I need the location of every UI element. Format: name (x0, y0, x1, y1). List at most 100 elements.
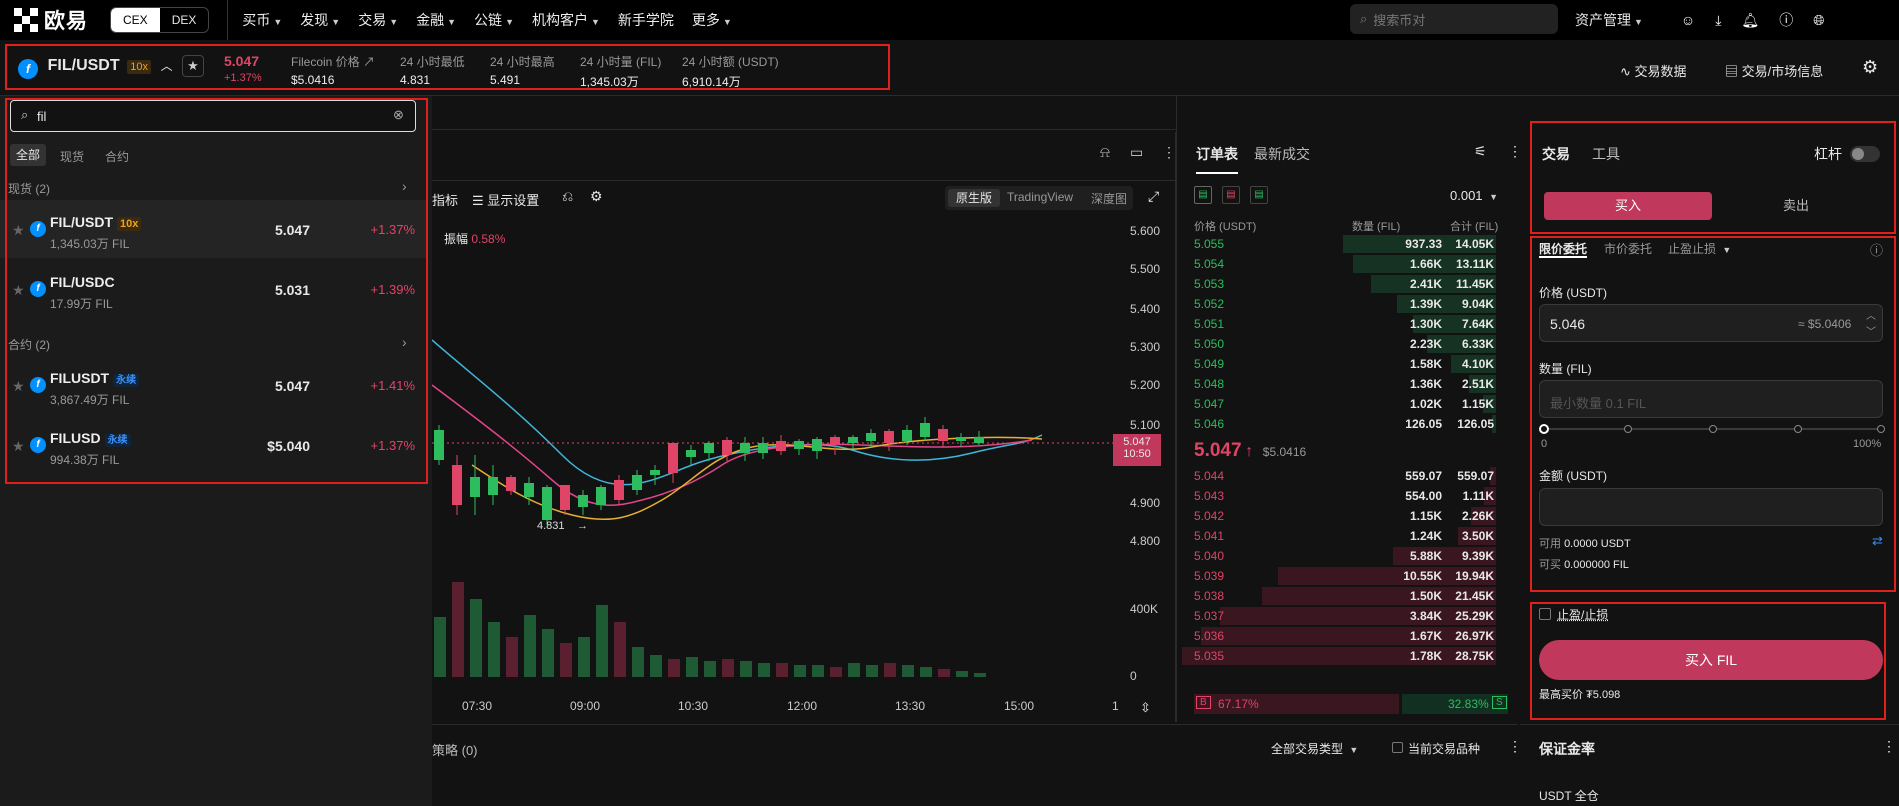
help-icon[interactable]: ⓘ (1870, 240, 1883, 259)
filter-all[interactable]: 全部 (10, 144, 46, 166)
trading-data-link[interactable]: ∿ 交易数据 (1620, 61, 1687, 80)
pair-selector[interactable]: f FIL/USDT 10x ︿ (18, 57, 173, 79)
bid-row[interactable]: 5.043 554.00 1.11K (1188, 486, 1508, 506)
tab-trade[interactable]: 交易 (1542, 144, 1570, 164)
bid-row[interactable]: 5.042 1.15K 2.26K (1188, 506, 1508, 526)
ask-row[interactable]: 5.048 1.36K 2.51K (1188, 374, 1508, 394)
undo-icon[interactable]: ⎌ (562, 188, 573, 205)
list-item[interactable]: ★ f FIL/USDT 10x 1,345.03万 FIL 5.047 +1.37… (0, 200, 428, 258)
tab-tools[interactable]: 工具 (1592, 144, 1620, 164)
help-icon[interactable]: ⓘ (1779, 10, 1793, 30)
bid-row[interactable]: 5.044 559.07 559.07 (1188, 466, 1508, 486)
list-item[interactable]: ★ f FIL/USDC 17.99万 FIL 5.031 +1.39% (0, 260, 428, 318)
bid-row[interactable]: 5.035 1.78K 28.75K (1182, 646, 1508, 666)
list-item[interactable]: ★ f FILUSD 永续 994.38万 FIL $5.040 +1.37% (0, 416, 428, 474)
more-vertical-icon[interactable]: ⋮ (1882, 738, 1896, 755)
view-bids-icon[interactable]: ▤ (1250, 186, 1268, 204)
pair-search-input[interactable]: ⌕ fil ⊗ (10, 100, 416, 132)
globe-icon[interactable]: 🌐︎ (1813, 12, 1824, 29)
tab-orderbook[interactable]: 订单表 (1196, 144, 1238, 164)
ask-row[interactable]: 5.049 1.58K 4.10K (1188, 354, 1508, 374)
ask-row[interactable]: 5.051 1.30K 7.64K (1188, 314, 1508, 334)
mode-tradingview[interactable]: TradingView (1007, 190, 1073, 204)
order-type-tpsl[interactable]: 止盈止损 ▼ (1668, 240, 1731, 257)
global-search-input[interactable]: ⌕ 搜索币对 (1350, 4, 1558, 34)
orderbook-settings-icon[interactable]: ⚟ (1474, 143, 1487, 160)
clear-icon[interactable]: ⊗ (393, 107, 404, 123)
slider-stop[interactable] (1709, 425, 1717, 433)
stat-index-price[interactable]: Filecoin 价格 ↗ $5.0416 (291, 53, 375, 87)
alert-add-icon[interactable]: ⍾ (1100, 144, 1110, 161)
order-type-limit[interactable]: 限价委托 (1539, 240, 1587, 257)
qty-input[interactable]: 最小数量 0.1 FIL (1539, 380, 1883, 418)
bid-row[interactable]: 5.039 10.55K 19.94K (1188, 566, 1508, 586)
slider-stop[interactable] (1877, 425, 1885, 433)
slider-stop[interactable] (1794, 425, 1802, 433)
chevron-up-icon[interactable]: ︿ (161, 59, 173, 73)
menu-finance[interactable]: 金融 ▼ (416, 10, 456, 30)
menu-institutional[interactable]: 机构客户 ▼ (532, 10, 600, 30)
bell-icon[interactable]: 🔔︎ (1741, 12, 1759, 29)
view-both-icon[interactable]: ▤ (1194, 186, 1212, 204)
chevron-right-icon[interactable]: › (402, 334, 407, 350)
menu-buy-crypto[interactable]: 买币 ▼ (242, 10, 282, 30)
current-pair-checkbox[interactable] (1392, 742, 1403, 753)
list-item[interactable]: ★ f FILUSDT 永续 3,867.49万 FIL 5.047 +1.41% (0, 356, 428, 414)
menu-chain[interactable]: 公链 ▼ (474, 10, 514, 30)
ask-row[interactable]: 5.053 2.41K 11.45K (1188, 274, 1508, 294)
user-icon[interactable]: ☺ (1681, 12, 1695, 28)
expand-icon[interactable]: ⤢ (1148, 188, 1159, 205)
star-icon[interactable]: ★ (12, 438, 25, 455)
ask-row[interactable]: 5.055 937.33 14.05K (1188, 234, 1508, 254)
indicators-button[interactable]: 指标 (432, 190, 458, 209)
asset-management-menu[interactable]: 资产管理 ▼ (1575, 10, 1643, 30)
ask-row[interactable]: 5.047 1.02K 1.15K (1188, 394, 1508, 414)
market-info-link[interactable]: ▤ 交易/市场信息 (1725, 61, 1823, 80)
ask-row[interactable]: 5.050 2.23K 6.33K (1188, 334, 1508, 354)
mode-depth[interactable]: 深度图 (1091, 190, 1127, 207)
chart-settings-icon[interactable]: ⚙ (590, 188, 603, 205)
mode-native[interactable]: 原生版 (948, 189, 1000, 207)
amount-input[interactable] (1539, 488, 1883, 526)
fullscreen-window-icon[interactable]: ▭ (1130, 144, 1143, 161)
download-icon[interactable]: ⤓ (1715, 12, 1721, 29)
trade-type-select[interactable]: 全部交易类型 ▼ (1271, 740, 1358, 757)
axis-fit-icon[interactable]: ⇳ (1140, 700, 1151, 716)
bid-row[interactable]: 5.037 3.84K 25.29K (1188, 606, 1508, 626)
menu-more[interactable]: 更多 ▼ (692, 10, 732, 30)
menu-discover[interactable]: 发现 ▼ (300, 10, 340, 30)
stepper-up-icon[interactable]: ︿ (1866, 307, 1876, 322)
favorite-star-icon[interactable]: ★ (182, 55, 204, 77)
star-icon[interactable]: ★ (12, 282, 25, 299)
ask-row[interactable]: 5.054 1.66K 13.11K (1188, 254, 1508, 274)
candlestick-chart[interactable]: 5.600 5.500 5.400 5.300 5.200 5.100 4.900 4.800… (432, 215, 1176, 715)
buy-tab[interactable]: 买入 (1544, 192, 1712, 220)
display-settings-button[interactable]: ☰ 显示设置 (472, 190, 539, 209)
chevron-right-icon[interactable]: › (402, 178, 407, 194)
star-icon[interactable]: ★ (12, 222, 25, 239)
menu-academy[interactable]: 新手学院 (618, 10, 674, 30)
stepper-down-icon[interactable]: ﹀ (1866, 323, 1876, 338)
more-vertical-icon[interactable]: ⋮ (1162, 144, 1176, 161)
buy-fil-button[interactable]: 买入 FIL (1539, 640, 1883, 680)
tpsl-checkbox[interactable] (1539, 608, 1551, 620)
strategy-tab[interactable]: 策略 (0) (432, 740, 478, 759)
slider-handle[interactable] (1539, 424, 1549, 434)
dex-toggle[interactable]: DEX (160, 8, 209, 32)
tab-recent-trades[interactable]: 最新成交 (1254, 144, 1310, 164)
order-type-market[interactable]: 市价委托 (1604, 240, 1652, 257)
bid-row[interactable]: 5.040 5.88K 9.39K (1188, 546, 1508, 566)
menu-trade[interactable]: 交易 ▼ (358, 10, 398, 30)
ask-row[interactable]: 5.052 1.39K 9.04K (1188, 294, 1508, 314)
view-asks-icon[interactable]: ▤ (1222, 186, 1240, 204)
settings-gear-icon[interactable]: ⚙ (1862, 57, 1878, 78)
filter-spot[interactable]: 现货 (60, 148, 84, 165)
slider-stop[interactable] (1624, 425, 1632, 433)
transfer-icon[interactable]: ⇄ (1872, 533, 1883, 549)
brand-logo[interactable]: 欧易 (14, 5, 88, 35)
bid-row[interactable]: 5.038 1.50K 21.45K (1188, 586, 1508, 606)
precision-select[interactable]: 0.001 ▼ (1450, 188, 1498, 203)
bid-row[interactable]: 5.041 1.24K 3.50K (1188, 526, 1508, 546)
cex-toggle[interactable]: CEX (111, 8, 160, 32)
price-input[interactable]: 5.046 ≈ $5.0406 ︿ ﹀ (1539, 304, 1883, 342)
